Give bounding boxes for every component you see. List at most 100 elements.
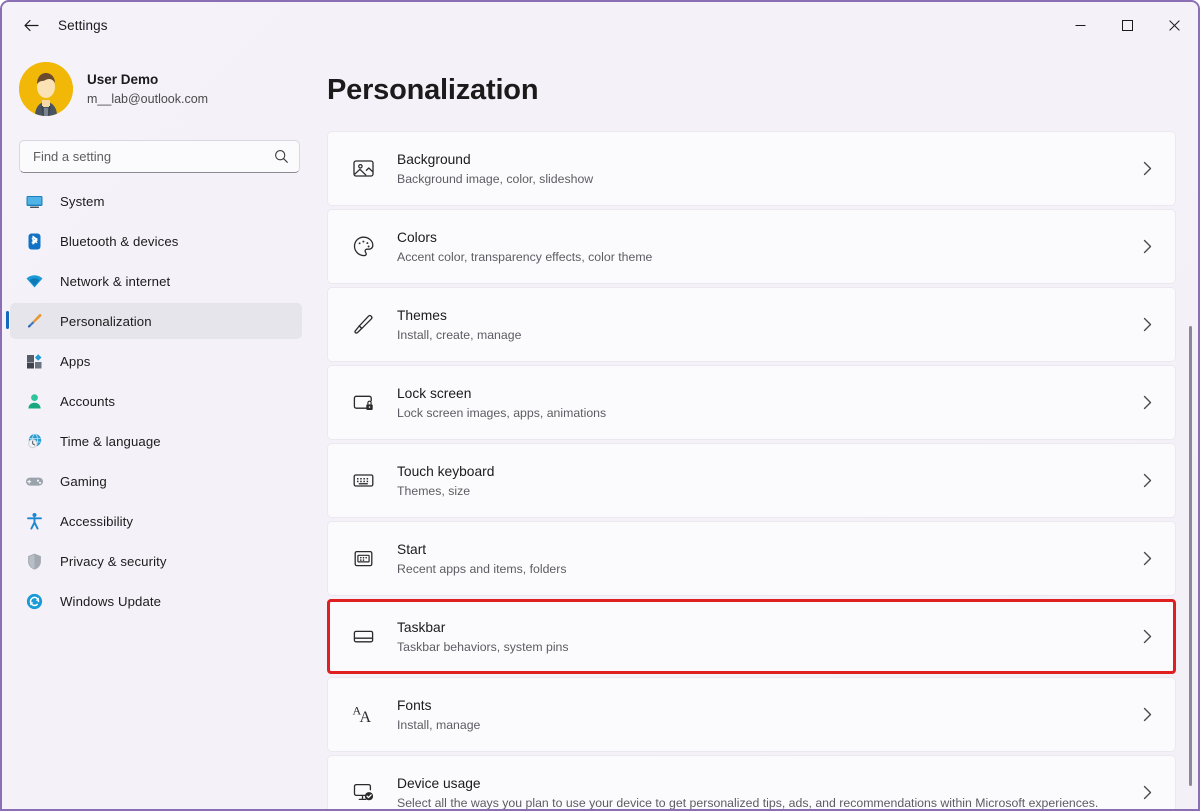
chevron-right-icon[interactable] <box>1135 317 1159 332</box>
settings-card-lock-screen[interactable]: Lock screen Lock screen images, apps, an… <box>327 365 1176 440</box>
search-input[interactable] <box>33 149 274 164</box>
card-subtitle: Install, manage <box>397 717 1135 734</box>
card-title: Themes <box>397 306 1135 325</box>
card-title: Taskbar <box>397 618 1135 637</box>
gamepad-icon <box>24 471 44 491</box>
sidebar: User Demo m__lab@outlook.com <box>2 48 322 809</box>
settings-card-themes[interactable]: Themes Install, create, manage <box>327 287 1176 362</box>
account-text: User Demo m__lab@outlook.com <box>87 71 208 108</box>
avatar <box>19 62 73 116</box>
page-title: Personalization <box>327 48 1198 107</box>
accessibility-icon <box>24 511 44 531</box>
sidebar-item-gaming[interactable]: Gaming <box>10 463 302 499</box>
palette-icon <box>348 232 378 262</box>
image-icon <box>348 154 378 184</box>
search-box[interactable] <box>19 140 300 173</box>
magnifier-icon <box>274 149 289 164</box>
monitor-icon <box>24 191 44 211</box>
card-body: Touch keyboard Themes, size <box>397 462 1135 500</box>
sidebar-item-label: Windows Update <box>60 594 161 609</box>
sidebar-item-accounts[interactable]: Accounts <box>10 383 302 419</box>
card-subtitle: Lock screen images, apps, animations <box>397 405 1135 422</box>
card-subtitle: Install, create, manage <box>397 327 1135 344</box>
card-body: Taskbar Taskbar behaviors, system pins <box>397 618 1135 656</box>
sidebar-nav: System Bluetooth & devices <box>2 183 322 619</box>
settings-card-touch-keyboard[interactable]: Touch keyboard Themes, size <box>327 443 1176 518</box>
settings-card-fonts[interactable]: A A Fonts Install, manage <box>327 677 1176 752</box>
back-button[interactable] <box>14 8 48 42</box>
settings-card-background[interactable]: Background Background image, color, slid… <box>327 131 1176 206</box>
card-body: Start Recent apps and items, folders <box>397 540 1135 578</box>
body: User Demo m__lab@outlook.com <box>2 48 1198 809</box>
maximize-button[interactable] <box>1104 2 1151 48</box>
lock-screen-icon <box>348 388 378 418</box>
card-subtitle: Select all the ways you plan to use your… <box>397 795 1135 810</box>
sidebar-item-personalization[interactable]: Personalization <box>10 303 302 339</box>
card-subtitle: Recent apps and items, folders <box>397 561 1135 578</box>
chevron-right-icon[interactable] <box>1135 473 1159 488</box>
window-controls <box>1057 2 1198 48</box>
settings-card-taskbar[interactable]: Taskbar Taskbar behaviors, system pins <box>327 599 1176 674</box>
settings-card-start[interactable]: Start Recent apps and items, folders <box>327 521 1176 596</box>
sidebar-item-accessibility[interactable]: Accessibility <box>10 503 302 539</box>
card-subtitle: Themes, size <box>397 483 1135 500</box>
sidebar-item-windows-update[interactable]: Windows Update <box>10 583 302 619</box>
chevron-right-icon[interactable] <box>1135 629 1159 644</box>
start-icon <box>348 544 378 574</box>
maximize-icon <box>1122 20 1133 31</box>
card-body: Colors Accent color, transparency effect… <box>397 228 1135 266</box>
card-body: Background Background image, color, slid… <box>397 150 1135 188</box>
card-title: Fonts <box>397 696 1135 715</box>
search-icon[interactable] <box>274 149 289 164</box>
sidebar-item-bluetooth-devices[interactable]: Bluetooth & devices <box>10 223 302 259</box>
main-scrollbar[interactable] <box>1189 326 1192 786</box>
sidebar-item-label: Apps <box>60 354 90 369</box>
sidebar-item-label: Privacy & security <box>60 554 167 569</box>
card-subtitle: Taskbar behaviors, system pins <box>397 639 1135 656</box>
back-arrow-icon <box>23 17 40 34</box>
sidebar-item-label: Accessibility <box>60 514 133 529</box>
close-button[interactable] <box>1151 2 1198 48</box>
sidebar-item-label: Accounts <box>60 394 115 409</box>
settings-card-colors[interactable]: Colors Accent color, transparency effect… <box>327 209 1176 284</box>
sidebar-item-network-internet[interactable]: Network & internet <box>10 263 302 299</box>
person-icon <box>24 391 44 411</box>
chevron-right-icon[interactable] <box>1135 785 1159 800</box>
sidebar-item-label: Gaming <box>60 474 107 489</box>
window-inner: Settings <box>2 2 1198 809</box>
svg-text:A: A <box>359 709 371 726</box>
chevron-right-icon[interactable] <box>1135 239 1159 254</box>
update-icon <box>24 591 44 611</box>
card-title: Device usage <box>397 774 1135 793</box>
sidebar-item-label: Time & language <box>60 434 161 449</box>
card-title: Colors <box>397 228 1135 247</box>
sidebar-item-label: System <box>60 194 105 209</box>
apps-icon <box>24 351 44 371</box>
brush-icon <box>348 310 378 340</box>
sidebar-item-label: Bluetooth & devices <box>60 234 178 249</box>
settings-card-device-usage[interactable]: Device usage Select all the ways you pla… <box>327 755 1176 809</box>
account-block[interactable]: User Demo m__lab@outlook.com <box>2 48 322 128</box>
sidebar-item-system[interactable]: System <box>10 183 302 219</box>
chevron-right-icon[interactable] <box>1135 161 1159 176</box>
sidebar-item-time-language[interactable]: Time & language <box>10 423 302 459</box>
card-body: Lock screen Lock screen images, apps, an… <box>397 384 1135 422</box>
card-subtitle: Accent color, transparency effects, colo… <box>397 249 1135 266</box>
sidebar-item-apps[interactable]: Apps <box>10 343 302 379</box>
card-title: Touch keyboard <box>397 462 1135 481</box>
sidebar-item-privacy-security[interactable]: Privacy & security <box>10 543 302 579</box>
main-content: Personalization Background Background im… <box>322 48 1198 809</box>
avatar-illustration-icon <box>19 62 73 116</box>
minimize-icon <box>1075 20 1086 31</box>
chevron-right-icon[interactable] <box>1135 395 1159 410</box>
chevron-right-icon[interactable] <box>1135 707 1159 722</box>
minimize-button[interactable] <box>1057 2 1104 48</box>
wifi-icon <box>24 271 44 291</box>
card-title: Start <box>397 540 1135 559</box>
bluetooth-icon <box>24 231 44 251</box>
title-bar: Settings <box>2 2 1198 48</box>
fonts-icon: A A <box>348 700 378 730</box>
sidebar-item-label: Network & internet <box>60 274 170 289</box>
account-email: m__lab@outlook.com <box>87 90 208 108</box>
chevron-right-icon[interactable] <box>1135 551 1159 566</box>
